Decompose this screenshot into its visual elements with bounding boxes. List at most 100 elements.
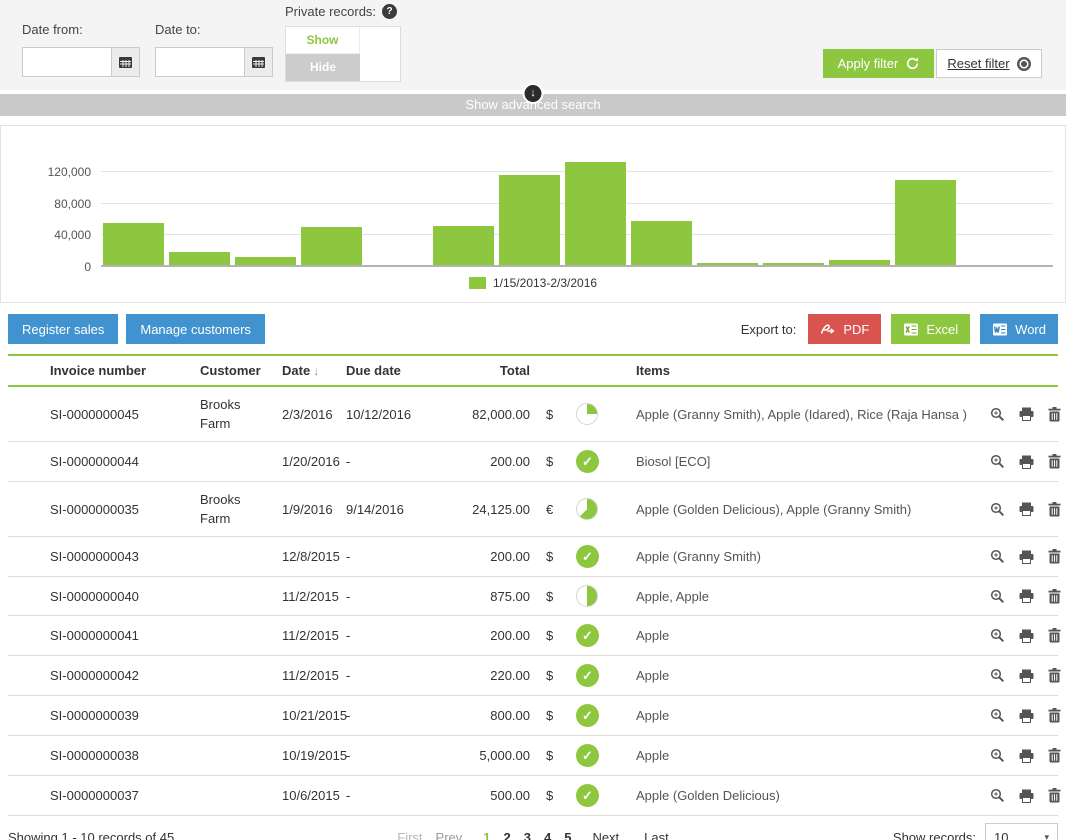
currency-cell: $ bbox=[538, 442, 568, 482]
date-from-calendar-button[interactable] bbox=[112, 47, 140, 77]
view-invoice-button[interactable] bbox=[990, 708, 1005, 723]
print-icon bbox=[1019, 709, 1034, 723]
delete-invoice-button[interactable] bbox=[1048, 589, 1061, 604]
pagination-first-link[interactable]: First bbox=[397, 830, 422, 840]
header-items[interactable]: Items bbox=[614, 355, 982, 386]
chart-bar[interactable] bbox=[763, 263, 824, 265]
delete-invoice-button[interactable] bbox=[1048, 668, 1061, 683]
invoice-number-cell: SI-0000000044 bbox=[8, 442, 192, 482]
refresh-icon bbox=[906, 57, 919, 70]
view-invoice-button[interactable] bbox=[990, 502, 1005, 517]
chart-bar[interactable] bbox=[235, 257, 296, 265]
header-due-date[interactable]: Due date bbox=[338, 355, 426, 386]
expand-down-arrow-icon: ↓ bbox=[525, 85, 542, 102]
pagination-last-link[interactable]: Last bbox=[644, 830, 669, 840]
items-cell: Apple (Golden Delicious) bbox=[614, 776, 982, 816]
legend-label: 1/15/2013-2/3/2016 bbox=[493, 276, 597, 290]
date-to-calendar-button[interactable] bbox=[245, 47, 273, 77]
items-cell: Apple (Granny Smith) bbox=[614, 537, 982, 577]
view-invoice-button[interactable] bbox=[990, 407, 1005, 422]
header-total[interactable]: Total bbox=[426, 355, 538, 386]
help-icon[interactable]: ? bbox=[382, 4, 397, 19]
chart-bar[interactable] bbox=[301, 227, 362, 265]
print-invoice-button[interactable] bbox=[1019, 709, 1034, 723]
hide-toggle-button[interactable]: Hide bbox=[286, 54, 360, 81]
pagination-page-5-link[interactable]: 5 bbox=[564, 830, 571, 840]
pagination-next-link[interactable]: Next bbox=[592, 830, 619, 840]
delete-invoice-button[interactable] bbox=[1048, 454, 1061, 469]
date-to-label: Date to: bbox=[155, 22, 201, 37]
export-pdf-button[interactable]: PDF bbox=[808, 314, 881, 344]
delete-invoice-button[interactable] bbox=[1048, 628, 1061, 643]
currency-cell: $ bbox=[538, 736, 568, 776]
pagination-page-2-link[interactable]: 2 bbox=[504, 830, 511, 840]
chart-bar[interactable] bbox=[697, 263, 758, 265]
date-cell: 10/6/2015 bbox=[274, 776, 338, 816]
show-records-select[interactable]: 10 ▾ bbox=[985, 823, 1058, 840]
total-cell: 220.00 bbox=[426, 656, 538, 696]
print-invoice-button[interactable] bbox=[1019, 749, 1034, 763]
pagination-page-1-link[interactable]: 1 bbox=[483, 830, 490, 840]
header-status bbox=[568, 355, 614, 386]
paid-status-icon: ✓ bbox=[576, 704, 599, 727]
header-customer[interactable]: Customer bbox=[192, 355, 274, 386]
pagination-page-3-link[interactable]: 3 bbox=[524, 830, 531, 840]
chart-bar[interactable] bbox=[829, 260, 890, 266]
print-invoice-button[interactable] bbox=[1019, 789, 1034, 803]
print-icon bbox=[1019, 455, 1034, 469]
zoom-in-icon bbox=[990, 748, 1005, 763]
header-date[interactable]: Date↓ bbox=[274, 355, 338, 386]
view-invoice-button[interactable] bbox=[990, 668, 1005, 683]
delete-invoice-button[interactable] bbox=[1048, 407, 1061, 422]
paid-status-icon: ✓ bbox=[576, 545, 599, 568]
customer-cell bbox=[192, 696, 274, 736]
customer-cell bbox=[192, 537, 274, 577]
view-invoice-button[interactable] bbox=[990, 748, 1005, 763]
chart-baseline bbox=[101, 265, 1053, 267]
export-word-button[interactable]: Word bbox=[980, 314, 1058, 344]
show-toggle-button[interactable]: Show bbox=[286, 27, 360, 54]
header-invoice-number[interactable]: Invoice number bbox=[8, 355, 192, 386]
view-invoice-button[interactable] bbox=[990, 454, 1005, 469]
manage-customers-button[interactable]: Manage customers bbox=[126, 314, 265, 344]
print-invoice-button[interactable] bbox=[1019, 455, 1034, 469]
reset-filter-button[interactable]: Reset filter bbox=[936, 49, 1042, 78]
print-invoice-button[interactable] bbox=[1019, 669, 1034, 683]
currency-cell: $ bbox=[538, 537, 568, 577]
date-cell: 1/20/2016 bbox=[274, 442, 338, 482]
date-to-input[interactable] bbox=[155, 47, 245, 77]
delete-invoice-button[interactable] bbox=[1048, 549, 1061, 564]
view-invoice-button[interactable] bbox=[990, 628, 1005, 643]
print-invoice-button[interactable] bbox=[1019, 502, 1034, 516]
view-invoice-button[interactable] bbox=[990, 549, 1005, 564]
print-invoice-button[interactable] bbox=[1019, 407, 1034, 421]
delete-invoice-button[interactable] bbox=[1048, 748, 1061, 763]
currency-cell: $ bbox=[538, 776, 568, 816]
total-cell: 200.00 bbox=[426, 537, 538, 577]
show-advanced-search-bar[interactable]: ↓ Show advanced search bbox=[0, 94, 1066, 116]
delete-invoice-button[interactable] bbox=[1048, 502, 1061, 517]
chart-bar[interactable] bbox=[565, 162, 626, 265]
print-invoice-button[interactable] bbox=[1019, 550, 1034, 564]
customer-cell bbox=[192, 616, 274, 656]
print-invoice-button[interactable] bbox=[1019, 589, 1034, 603]
delete-invoice-button[interactable] bbox=[1048, 788, 1061, 803]
delete-invoice-button[interactable] bbox=[1048, 708, 1061, 723]
chart-bar[interactable] bbox=[895, 180, 956, 265]
view-invoice-button[interactable] bbox=[990, 788, 1005, 803]
apply-filter-button[interactable]: Apply filter bbox=[823, 49, 934, 78]
chart-bar[interactable] bbox=[499, 175, 560, 265]
chart-bar[interactable] bbox=[433, 226, 494, 265]
header-currency bbox=[538, 355, 568, 386]
export-excel-button[interactable]: Excel bbox=[891, 314, 970, 344]
chart-bar[interactable] bbox=[169, 252, 230, 266]
print-invoice-button[interactable] bbox=[1019, 629, 1034, 643]
date-from-input[interactable] bbox=[22, 47, 112, 77]
pagination-prev-link[interactable]: Prev bbox=[436, 830, 463, 840]
view-invoice-button[interactable] bbox=[990, 589, 1005, 604]
register-sales-button[interactable]: Register sales bbox=[8, 314, 118, 344]
chart-bar[interactable] bbox=[631, 221, 692, 265]
invoice-number-cell: SI-0000000039 bbox=[8, 696, 192, 736]
pagination-page-4-link[interactable]: 4 bbox=[544, 830, 551, 840]
chart-bar[interactable] bbox=[103, 223, 164, 265]
